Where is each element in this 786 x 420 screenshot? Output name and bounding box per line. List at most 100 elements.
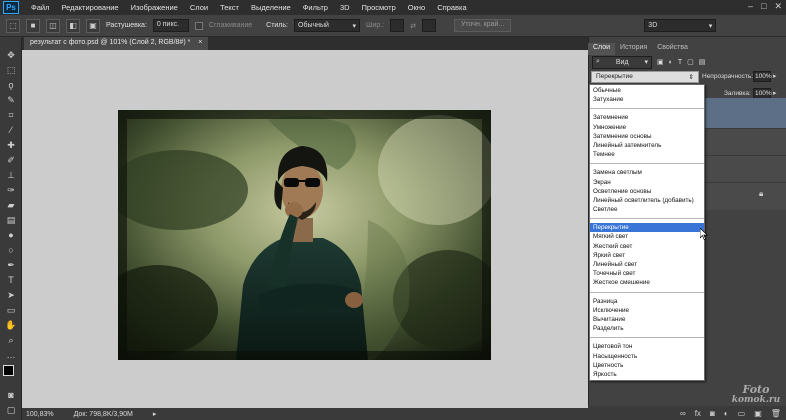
menu-window[interactable]: Окно — [402, 3, 431, 12]
blend-mode-option[interactable]: Обычные — [590, 86, 704, 95]
lasso-tool-icon[interactable]: ϙ — [2, 78, 20, 92]
menu-type[interactable]: Текст — [214, 3, 245, 12]
blend-mode-option[interactable]: Жесткое смешение — [590, 278, 704, 287]
menu-file[interactable]: Файл — [25, 3, 55, 12]
blend-mode-option[interactable]: Яркий свет — [590, 251, 704, 260]
blend-mode-option[interactable]: Светлее — [590, 205, 704, 214]
document-tab[interactable]: результат с фото.psd @ 101% (Слой 2, RGB… — [24, 37, 209, 50]
blend-mode-option[interactable]: Линейный свет — [590, 260, 704, 269]
add-selection-icon[interactable]: ◫ — [46, 18, 60, 33]
blend-mode-option[interactable]: Осветление основы — [590, 187, 704, 196]
subtract-selection-icon[interactable]: ◧ — [66, 18, 80, 33]
screen-mode-icon[interactable]: ▢ — [2, 403, 20, 417]
blend-mode-option[interactable]: Затемнение основы — [590, 132, 704, 141]
brush-tool-icon[interactable]: ✐ — [2, 153, 20, 167]
close-icon[interactable]: × — [198, 39, 202, 46]
fx-icon[interactable]: fx — [695, 409, 701, 418]
new-selection-icon[interactable]: ■ — [26, 18, 40, 33]
height-input[interactable] — [421, 19, 436, 32]
type-tool-icon[interactable]: T — [2, 273, 20, 287]
menu-select[interactable]: Выделение — [245, 3, 297, 12]
swap-icon[interactable]: ⇄ — [410, 22, 416, 30]
intersect-selection-icon[interactable]: ▣ — [86, 18, 100, 33]
blend-mode-option[interactable]: Точечный свет — [590, 269, 704, 278]
quick-mask-icon[interactable]: ◙ — [2, 388, 20, 402]
layer-row[interactable] — [705, 155, 786, 182]
blend-mode-option[interactable]: Жесткий свет — [590, 242, 704, 251]
link-icon[interactable]: ∞ — [680, 409, 686, 418]
style-select[interactable]: Обычный ▾ — [294, 19, 360, 32]
filter-smart-icon[interactable]: ▤ — [699, 58, 706, 66]
menu-filter[interactable]: Фильтр — [297, 3, 334, 12]
blend-mode-option[interactable]: Замена светлым — [590, 168, 704, 177]
quick-select-tool-icon[interactable]: ✎ — [2, 93, 20, 107]
feather-input[interactable]: 0 пикс. — [152, 19, 189, 32]
extras-icon[interactable]: … — [2, 348, 20, 362]
marquee-preset-icon[interactable]: ⬚ — [6, 18, 20, 33]
minimize-icon[interactable]: – — [748, 1, 753, 12]
menu-view[interactable]: Просмотр — [356, 3, 402, 12]
filter-adjust-icon[interactable]: ◐ — [669, 59, 673, 66]
shape-tool-icon[interactable]: ▭ — [2, 303, 20, 317]
filter-type-icon[interactable]: T — [678, 59, 682, 66]
history-brush-tool-icon[interactable]: ✑ — [2, 183, 20, 197]
opacity-input[interactable]: 100% — [753, 71, 772, 82]
menu-edit[interactable]: Редактирование — [55, 3, 124, 12]
zoom-tool-icon[interactable]: ⌕ — [2, 333, 20, 347]
chevron-right-icon[interactable]: ▸ — [773, 72, 777, 80]
eraser-tool-icon[interactable]: ▰ — [2, 198, 20, 212]
blend-mode-option[interactable]: Вычитание — [590, 315, 704, 324]
blend-mode-select[interactable]: Перекрытие ⇕ — [591, 71, 699, 83]
tab-properties[interactable]: Свойства — [652, 43, 693, 55]
blur-tool-icon[interactable]: ● — [2, 228, 20, 242]
menu-help[interactable]: Справка — [431, 3, 472, 12]
close-icon[interactable]: ✕ — [774, 1, 782, 12]
clone-stamp-tool-icon[interactable]: ⊥ — [2, 168, 20, 182]
blend-mode-option[interactable]: Цветовой тон — [590, 342, 704, 351]
layer-row[interactable] — [705, 128, 786, 155]
color-swatches[interactable] — [0, 363, 21, 387]
blend-mode-option[interactable]: Линейный затемнитель — [590, 141, 704, 150]
blend-mode-option[interactable]: Затухание — [590, 95, 704, 104]
pen-tool-icon[interactable]: ✒ — [2, 258, 20, 272]
dodge-tool-icon[interactable]: ○ — [2, 243, 20, 257]
gradient-tool-icon[interactable]: ▤ — [2, 213, 20, 227]
mask-icon[interactable]: ◙ — [710, 409, 715, 418]
blend-mode-option[interactable]: Линейный осветлитель (добавить) — [590, 196, 704, 205]
menu-layers[interactable]: Слои — [184, 3, 214, 12]
path-select-tool-icon[interactable]: ➤ — [2, 288, 20, 302]
foreground-color-swatch[interactable] — [3, 365, 14, 376]
status-arrow-icon[interactable]: ▸ — [153, 410, 157, 418]
filter-pixel-icon[interactable]: ▣ — [657, 58, 664, 66]
blend-mode-option[interactable]: Исключение — [590, 306, 704, 315]
crop-tool-icon[interactable]: ⌗ — [2, 108, 20, 122]
layer-row[interactable] — [705, 98, 786, 128]
blend-mode-option[interactable]: Насыщенность — [590, 352, 704, 361]
chevron-right-icon[interactable]: ▸ — [773, 89, 777, 97]
move-tool-icon[interactable]: ✥ — [2, 48, 20, 62]
blend-mode-option[interactable]: Перекрытие — [590, 223, 704, 233]
blend-mode-option[interactable]: Яркость — [590, 370, 704, 379]
blend-mode-option[interactable]: Разница — [590, 297, 704, 306]
blend-mode-option[interactable]: Умножение — [590, 123, 704, 132]
layer-row[interactable] — [705, 182, 786, 210]
blend-mode-option[interactable]: Темнее — [590, 150, 704, 159]
tab-history[interactable]: История — [615, 43, 652, 55]
blend-mode-option[interactable]: Разделить — [590, 324, 704, 333]
marquee-tool-icon[interactable]: ⬚ — [2, 63, 20, 77]
blend-mode-option[interactable]: Мягкий свет — [590, 232, 704, 241]
refine-edge-button[interactable]: Уточн. край... — [453, 19, 512, 32]
layer-filter-select[interactable]: ⌕ Вид ▾ — [592, 55, 652, 69]
maximize-icon[interactable]: □ — [761, 1, 766, 12]
canvas-photo[interactable] — [118, 110, 491, 360]
hand-tool-icon[interactable]: ✋ — [2, 318, 20, 332]
width-input[interactable] — [390, 19, 405, 32]
blend-mode-option[interactable]: Затемнение — [590, 113, 704, 122]
antialias-checkbox[interactable] — [194, 21, 203, 30]
blend-mode-option[interactable]: Экран — [590, 178, 704, 187]
blend-mode-option[interactable]: Цветность — [590, 361, 704, 370]
workspace-select[interactable]: 3D ▾ — [644, 19, 717, 32]
menu-image[interactable]: Изображение — [125, 3, 184, 12]
menu-3d[interactable]: 3D — [334, 3, 356, 12]
healing-tool-icon[interactable]: ✚ — [2, 138, 20, 152]
